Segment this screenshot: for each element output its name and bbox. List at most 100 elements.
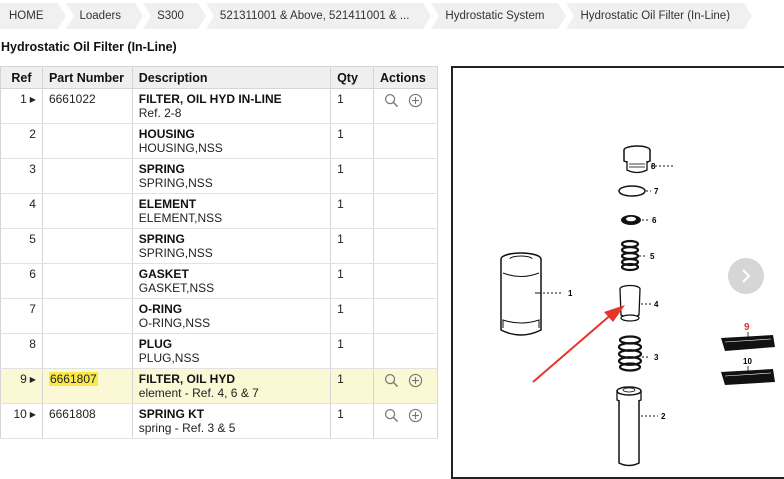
part-number[interactable]: 6661808 (49, 407, 96, 421)
table-row[interactable]: 1 ▶ 6661022 FILTER, OIL HYD IN-LINE Ref. … (0, 88, 438, 124)
expand-arrow-icon[interactable]: ▶ (30, 375, 36, 384)
breadcrumb-model[interactable]: S300 (143, 3, 206, 29)
part-number[interactable]: 6661807 (48, 372, 98, 386)
part-subtext: Ref. 2-8 (138, 106, 182, 120)
next-diagram-button[interactable] (728, 258, 764, 294)
part-name: SPRING (138, 162, 185, 176)
actions-cell (373, 298, 438, 334)
expand-arrow-icon[interactable]: ▶ (30, 410, 36, 419)
qty-cell: 1 (330, 158, 375, 194)
part-subtext: element - Ref. 4, 6 & 7 (138, 386, 259, 400)
search-icon[interactable] (384, 373, 399, 388)
callout-6[interactable]: 6 (652, 216, 657, 225)
part-6-gasket-drawing[interactable] (621, 215, 641, 225)
actions-cell (373, 263, 438, 299)
part-7-oring-drawing[interactable] (618, 185, 646, 197)
ref-number: 8 (29, 337, 36, 351)
table-row[interactable]: 5 SPRING SPRING,NSS 1 (0, 228, 438, 264)
header-actions: Actions (373, 66, 438, 89)
search-icon[interactable] (384, 408, 399, 423)
part-number-cell (42, 193, 133, 229)
breadcrumb-home[interactable]: HOME (0, 3, 65, 29)
part-2-housing-drawing[interactable] (616, 386, 642, 467)
table-row[interactable]: 7 O-RING O-RING,NSS 1 (0, 298, 438, 334)
add-circle-icon[interactable] (408, 93, 423, 108)
qty-value: 1 (337, 197, 344, 211)
callout-8[interactable]: 8 (651, 162, 656, 171)
part-number-cell (42, 298, 133, 334)
table-row[interactable]: 10 ▶ 6661808 SPRING KT spring - Ref. 3 & … (0, 403, 438, 439)
part-name: GASKET (138, 267, 189, 281)
part-number-cell (42, 263, 133, 299)
table-row[interactable]: 3 SPRING SPRING,NSS 1 (0, 158, 438, 194)
callout-1[interactable]: 1 (568, 289, 573, 298)
qty-value: 1 (337, 372, 344, 386)
table-row[interactable]: 8 PLUG PLUG,NSS 1 (0, 333, 438, 369)
part-number-cell: 6661022 (42, 88, 133, 124)
parts-table-body: 1 ▶ 6661022 FILTER, OIL HYD IN-LINE Ref. … (0, 88, 438, 439)
description-cell: HOUSING HOUSING,NSS (132, 123, 332, 159)
table-header-row: Ref Part Number Description Qty Actions (0, 66, 438, 89)
add-circle-icon[interactable] (408, 408, 423, 423)
callout-3[interactable]: 3 (654, 353, 659, 362)
part-3-spring-drawing[interactable] (617, 335, 643, 372)
qty-value: 1 (337, 127, 344, 141)
part-number-cell (42, 158, 133, 194)
description-cell: SPRING SPRING,NSS (132, 228, 332, 264)
part-subtext: ELEMENT,NSS (138, 211, 223, 225)
part-1-housing-drawing[interactable] (500, 252, 542, 336)
breadcrumb: HOME Loaders S300 521311001 & Above, 521… (0, 0, 752, 32)
table-row[interactable]: 6 GASKET GASKET,NSS 1 (0, 263, 438, 299)
header-qty[interactable]: Qty (330, 66, 375, 89)
actions-cell (373, 403, 438, 439)
part-subtext: PLUG,NSS (138, 351, 200, 365)
actions-cell (373, 368, 438, 404)
ref-number: 2 (29, 127, 36, 141)
part-number[interactable]: 6661022 (49, 92, 96, 106)
callout-10[interactable]: 10 (743, 357, 752, 366)
table-row[interactable]: 2 HOUSING HOUSING,NSS 1 (0, 123, 438, 159)
callout-9[interactable]: 9 (744, 322, 750, 333)
description-cell: ELEMENT ELEMENT,NSS (132, 193, 332, 229)
ref-cell: 2 (0, 123, 43, 159)
ref-number: 7 (29, 302, 36, 316)
ref-cell: 9 ▶ (0, 368, 43, 404)
search-icon[interactable] (384, 93, 399, 108)
actions-cell (373, 193, 438, 229)
expand-arrow-icon[interactable]: ▶ (30, 95, 36, 104)
header-description[interactable]: Description (132, 66, 332, 89)
callout-5[interactable]: 5 (650, 252, 655, 261)
ref-cell: 8 (0, 333, 43, 369)
chevron-right-icon (742, 269, 751, 283)
part-name: HOUSING (138, 127, 195, 141)
part-subtext: O-RING,NSS (138, 316, 211, 330)
part-number-cell: 6661808 (42, 403, 133, 439)
breadcrumb-current[interactable]: Hydrostatic Oil Filter (In-Line) (566, 3, 752, 29)
qty-value: 1 (337, 92, 344, 106)
breadcrumb-system[interactable]: Hydrostatic System (431, 3, 567, 29)
description-cell: SPRING SPRING,NSS (132, 158, 332, 194)
part-5-spring-drawing[interactable] (620, 239, 640, 272)
breadcrumb-loaders[interactable]: Loaders (65, 3, 143, 29)
add-circle-icon[interactable] (408, 373, 423, 388)
qty-cell: 1 (330, 333, 375, 369)
table-row[interactable]: 9 ▶ 6661807 FILTER, OIL HYD element - Ref… (0, 368, 438, 404)
callout-2[interactable]: 2 (661, 412, 666, 421)
qty-value: 1 (337, 232, 344, 246)
callout-4[interactable]: 4 (654, 300, 659, 309)
actions-cell (373, 123, 438, 159)
part-name: PLUG (138, 337, 173, 351)
table-row[interactable]: 4 ELEMENT ELEMENT,NSS 1 (0, 193, 438, 229)
qty-cell: 1 (330, 193, 375, 229)
parts-table: Ref Part Number Description Qty Actions … (0, 66, 438, 439)
part-name: FILTER, OIL HYD (138, 372, 235, 386)
header-ref[interactable]: Ref (0, 66, 43, 89)
breadcrumb-serial-range[interactable]: 521311001 & Above, 521411001 & ... (205, 3, 431, 29)
qty-cell: 1 (330, 298, 375, 334)
ref-number: 9 (20, 372, 27, 386)
header-part-number[interactable]: Part Number (42, 66, 133, 89)
part-4-element-drawing[interactable] (619, 284, 641, 322)
callout-7[interactable]: 7 (654, 187, 659, 196)
description-cell: SPRING KT spring - Ref. 3 & 5 (132, 403, 332, 439)
part-8-plug-drawing[interactable] (623, 145, 651, 174)
